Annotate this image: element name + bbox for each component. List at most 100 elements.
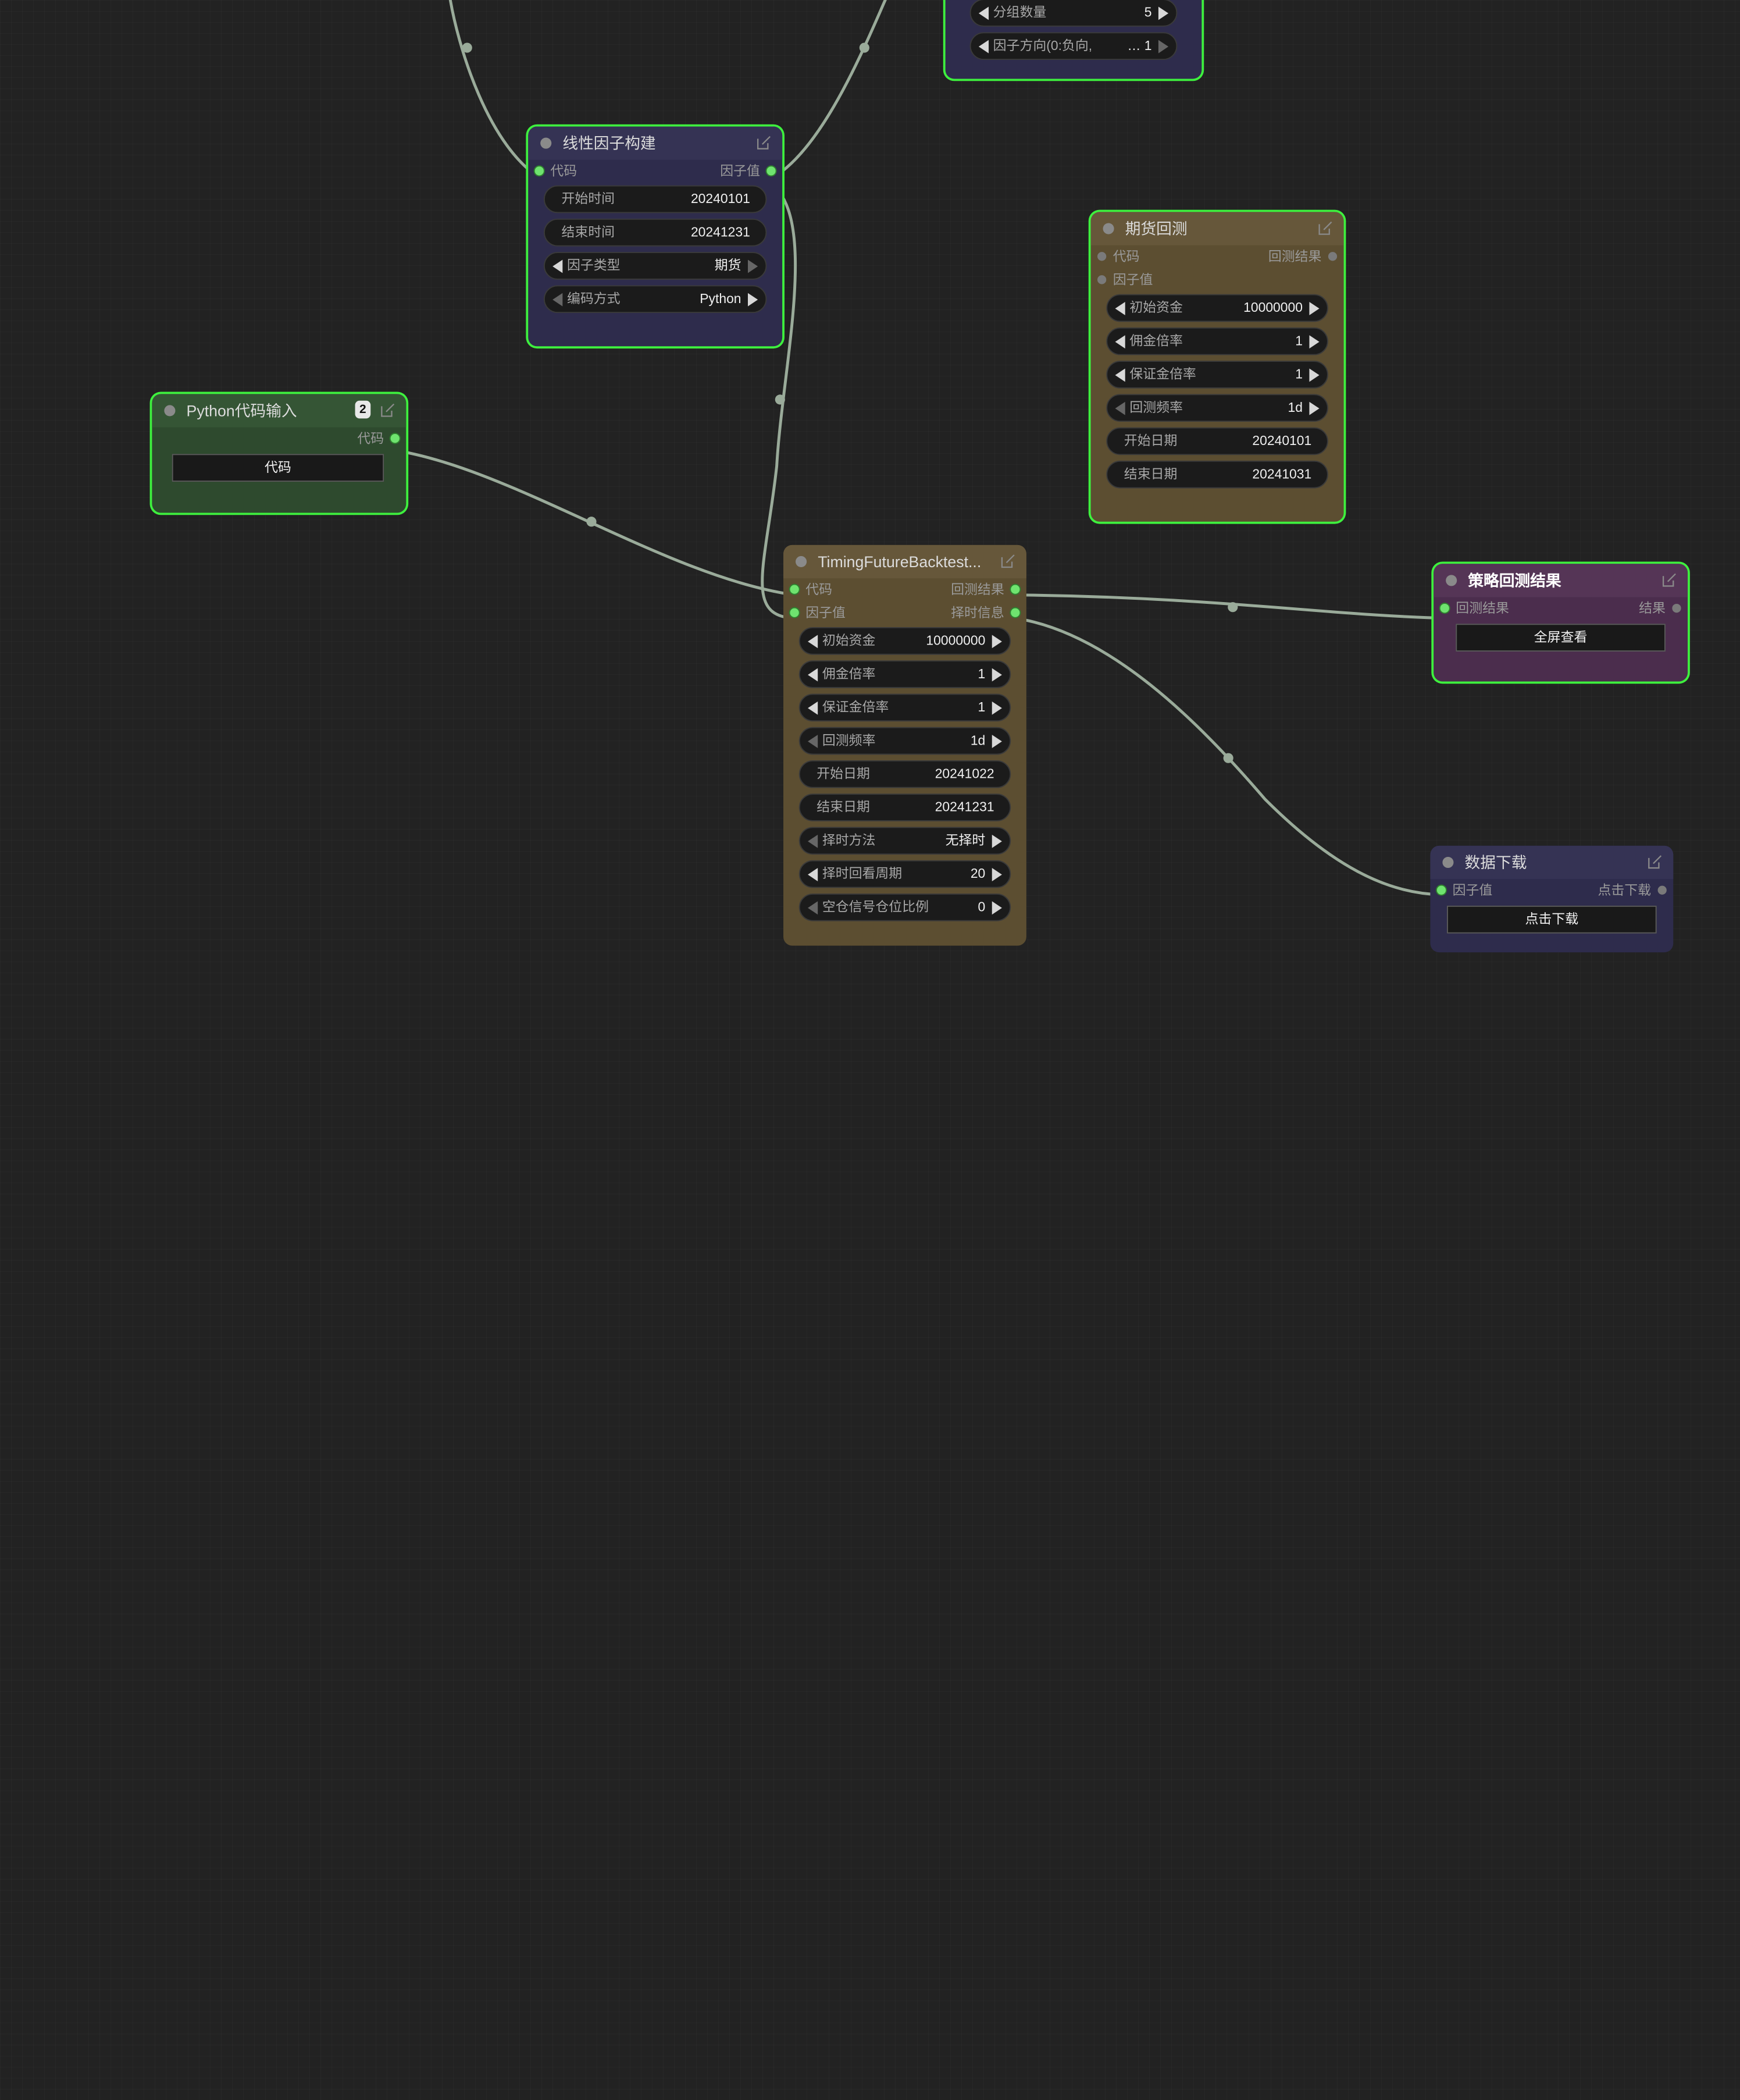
input-slot-factor-value[interactable]: 因子值 xyxy=(790,601,846,625)
input-slot-backtest-result[interactable]: 回测结果 xyxy=(1440,597,1509,621)
decrement-arrow-icon[interactable] xyxy=(552,293,563,307)
input-port[interactable] xyxy=(534,166,544,176)
widget-start-date[interactable]: 开始日期 20241022 xyxy=(798,760,1011,788)
decrement-arrow-icon[interactable] xyxy=(1115,401,1125,415)
widget-timing-lookback[interactable]: 择时回看周期 20 xyxy=(798,860,1011,888)
download-button[interactable]: 点击下载 xyxy=(1447,905,1657,934)
input-slot-code[interactable]: 代码 xyxy=(534,160,577,183)
widget-end-date[interactable]: 结束日期 20241031 xyxy=(1106,460,1328,489)
output-slot-download[interactable]: 点击下载 xyxy=(1598,879,1667,902)
decrement-arrow-icon[interactable] xyxy=(808,735,818,748)
output-port[interactable] xyxy=(1328,252,1338,261)
widget-timing-method[interactable]: 择时方法 无择时 xyxy=(798,827,1011,855)
decrement-arrow-icon[interactable] xyxy=(1115,335,1125,349)
output-port[interactable] xyxy=(1011,585,1020,594)
collapse-dot-icon[interactable] xyxy=(1442,856,1454,869)
input-port[interactable] xyxy=(1436,885,1446,895)
decrement-arrow-icon[interactable] xyxy=(808,701,818,715)
increment-arrow-icon[interactable] xyxy=(747,259,758,273)
wire-linear-factor-to-top[interactable] xyxy=(765,0,887,183)
widget-end-time[interactable]: 结束时间 20241231 xyxy=(543,218,767,247)
input-port[interactable] xyxy=(1097,252,1107,261)
edit-icon[interactable] xyxy=(380,403,395,418)
output-port[interactable] xyxy=(1672,603,1681,613)
fullscreen-view-button[interactable]: 全屏查看 xyxy=(1456,624,1666,652)
increment-arrow-icon[interactable] xyxy=(1309,368,1320,382)
node-title-bar[interactable]: Python代码输入 2 xyxy=(152,394,407,428)
widget-factor-direction[interactable]: 因子方向(0:负向, … 1 xyxy=(969,32,1178,60)
input-slot-code[interactable]: 代码 xyxy=(790,578,832,601)
widget-commission-rate[interactable]: 佣金倍率 1 xyxy=(798,660,1011,688)
increment-arrow-icon[interactable] xyxy=(992,635,1002,649)
increment-arrow-icon[interactable] xyxy=(1309,335,1320,349)
input-port[interactable] xyxy=(790,608,799,617)
increment-arrow-icon[interactable] xyxy=(1158,6,1169,20)
node-data-download[interactable]: 数据下载 因子值 点击下载 点击下载 xyxy=(1430,845,1674,953)
edit-icon[interactable] xyxy=(1001,554,1015,568)
widget-group-count[interactable]: 分组数量 5 xyxy=(969,0,1178,27)
widget-start-time[interactable]: 开始时间 20240101 xyxy=(543,185,767,213)
decrement-arrow-icon[interactable] xyxy=(808,668,818,682)
input-slot-code[interactable]: 代码 xyxy=(1097,245,1140,269)
widget-initial-capital[interactable]: 初始资金 10000000 xyxy=(1106,294,1328,322)
node-strategy-result[interactable]: 策略回测结果 回测结果 结果 全屏查看 xyxy=(1434,564,1688,682)
input-port[interactable] xyxy=(1097,275,1107,284)
increment-arrow-icon[interactable] xyxy=(992,701,1002,715)
node-title-bar[interactable]: TimingFutureBacktest... xyxy=(783,544,1026,579)
widget-start-date[interactable]: 开始日期 20240101 xyxy=(1106,427,1328,455)
decrement-arrow-icon[interactable] xyxy=(978,6,989,20)
output-slot-result[interactable]: 结果 xyxy=(1639,597,1681,621)
widget-backtest-frequency[interactable]: 回测频率 1d xyxy=(798,727,1011,755)
node-futures-backtest[interactable]: 期货回测 代码 回测结果 因子值 初始资金 10000000 佣金倍率 1 保证… xyxy=(1090,212,1344,522)
decrement-arrow-icon[interactable] xyxy=(1115,301,1125,315)
decrement-arrow-icon[interactable] xyxy=(552,259,563,273)
node-title-bar[interactable]: 策略回测结果 xyxy=(1434,564,1688,597)
input-slot-factor-value[interactable]: 因子值 xyxy=(1436,879,1492,902)
widget-factor-type[interactable]: 因子类型 期货 xyxy=(543,252,767,280)
input-port[interactable] xyxy=(1440,603,1449,613)
increment-arrow-icon[interactable] xyxy=(992,735,1002,748)
decrement-arrow-icon[interactable] xyxy=(808,868,818,881)
output-port[interactable] xyxy=(1011,608,1020,617)
decrement-arrow-icon[interactable] xyxy=(1115,368,1125,382)
collapse-dot-icon[interactable] xyxy=(796,556,807,567)
edit-icon[interactable] xyxy=(1648,855,1662,869)
node-title-bar[interactable]: 期货回测 xyxy=(1090,212,1344,245)
output-port[interactable] xyxy=(1657,885,1667,895)
widget-empty-signal-position[interactable]: 空仓信号仓位比例 0 xyxy=(798,893,1011,921)
edit-icon[interactable] xyxy=(757,136,771,150)
node-factor-grouping-partial[interactable]: 分组数量 5 因子方向(0:负向, … 1 xyxy=(945,0,1202,79)
widget-margin-rate[interactable]: 保证金倍率 1 xyxy=(798,693,1011,722)
node-python-input[interactable]: Python代码输入 2 代码 代码 xyxy=(152,394,407,513)
output-slot-backtest-result[interactable]: 回测结果 xyxy=(1268,245,1338,269)
node-timing-future-backtest[interactable]: TimingFutureBacktest... 代码 回测结果 因子值 择时信息… xyxy=(783,544,1026,946)
code-editor-button[interactable]: 代码 xyxy=(172,454,384,482)
input-port[interactable] xyxy=(790,585,799,594)
output-slot-factor-value[interactable]: 因子值 xyxy=(720,160,776,183)
output-port[interactable] xyxy=(766,166,776,176)
decrement-arrow-icon[interactable] xyxy=(808,635,818,649)
increment-arrow-icon[interactable] xyxy=(992,834,1002,848)
output-port[interactable] xyxy=(390,434,400,443)
output-slot-code[interactable]: 代码 xyxy=(357,428,400,451)
widget-encoding[interactable]: 编码方式 Python xyxy=(543,285,767,314)
collapse-dot-icon[interactable] xyxy=(1446,575,1457,586)
increment-arrow-icon[interactable] xyxy=(992,668,1002,682)
increment-arrow-icon[interactable] xyxy=(992,901,1002,915)
node-title-bar[interactable]: 数据下载 xyxy=(1430,845,1674,880)
collapse-dot-icon[interactable] xyxy=(164,405,176,417)
widget-end-date[interactable]: 结束日期 20241231 xyxy=(798,793,1011,821)
increment-arrow-icon[interactable] xyxy=(747,293,758,307)
output-slot-timing-info[interactable]: 择时信息 xyxy=(951,601,1020,625)
collapse-dot-icon[interactable] xyxy=(540,137,552,149)
increment-arrow-icon[interactable] xyxy=(1309,301,1320,315)
increment-arrow-icon[interactable] xyxy=(1158,40,1169,54)
edit-icon[interactable] xyxy=(1318,221,1333,236)
increment-arrow-icon[interactable] xyxy=(1309,401,1320,415)
widget-backtest-frequency[interactable]: 回测频率 1d xyxy=(1106,394,1328,422)
widget-commission-rate[interactable]: 佣金倍率 1 xyxy=(1106,327,1328,355)
decrement-arrow-icon[interactable] xyxy=(808,834,818,848)
output-slot-backtest-result[interactable]: 回测结果 xyxy=(951,578,1020,601)
input-slot-factor-value[interactable]: 因子值 xyxy=(1097,269,1153,292)
widget-margin-rate[interactable]: 保证金倍率 1 xyxy=(1106,361,1328,389)
